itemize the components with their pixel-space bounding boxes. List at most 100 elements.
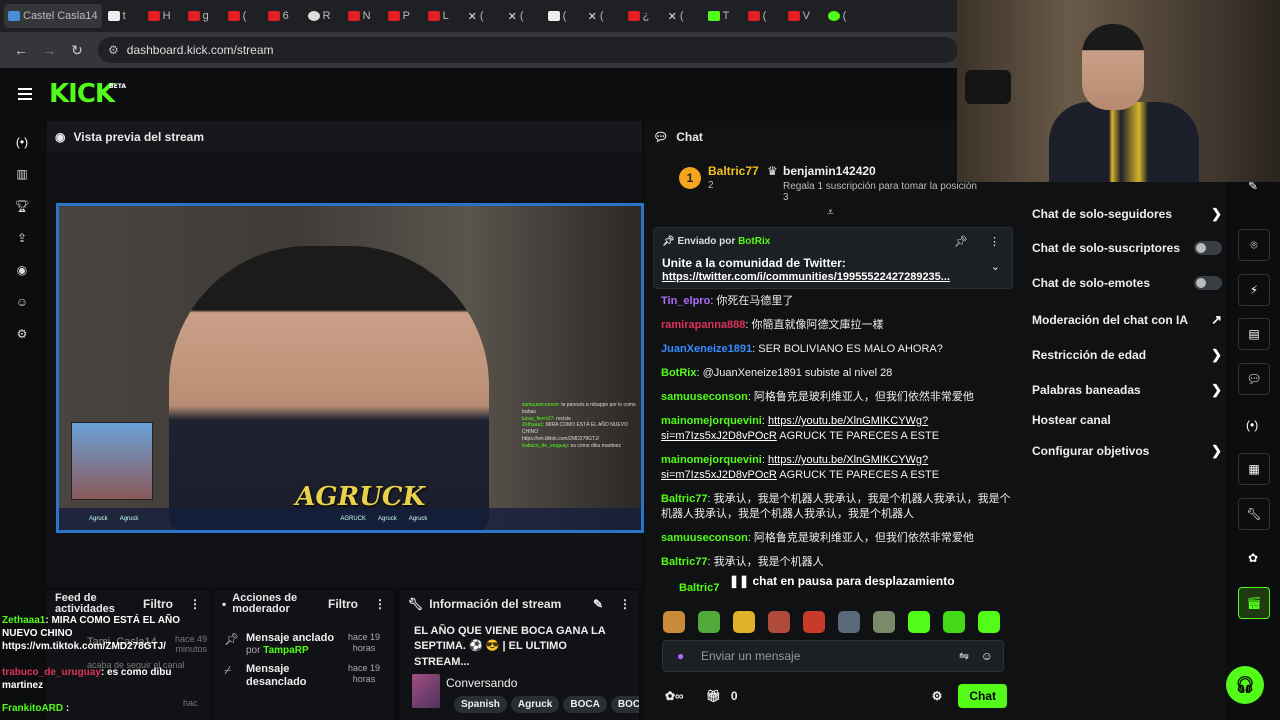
chat-message[interactable]: mainomejorquevini: https://youtu.be/XlnG…: [661, 414, 1011, 444]
browser-tab[interactable]: Castel Casla14: [4, 4, 102, 28]
camera-icon[interactable]: ◉: [0, 254, 44, 286]
chat-message[interactable]: Baltric77: 我承认，我是个机器人: [661, 555, 1011, 570]
browser-tab[interactable]: T: [704, 4, 742, 28]
clapperboard-icon[interactable]: 🎬︎: [1238, 587, 1270, 619]
setting-ai-moderation[interactable]: Moderación del chat con IA ↗: [1032, 312, 1222, 328]
gift-icon[interactable]: 🎁︎: [706, 689, 721, 703]
help-headset-button[interactable]: 🎧︎: [1226, 666, 1264, 704]
more-options-icon[interactable]: ⋮: [189, 597, 201, 611]
chat-message[interactable]: JuanXeneize1891: SER BOLIVIANO ES MALO A…: [661, 342, 1011, 357]
browser-tab[interactable]: g: [184, 4, 222, 28]
browser-tab[interactable]: ¿: [624, 4, 662, 28]
collapse-chevron-icon[interactable]: ⩡: [827, 205, 834, 220]
browser-tab[interactable]: P: [384, 4, 422, 28]
stream-tag[interactable]: BOC: [610, 696, 639, 714]
browser-tab[interactable]: t: [104, 4, 142, 28]
setting-host-channel[interactable]: Hostear canal: [1032, 413, 1222, 427]
leaderboard-second-user[interactable]: benjamin142420: [783, 164, 876, 178]
forward-arrow-icon[interactable]: →: [38, 39, 60, 61]
browser-tab[interactable]: ✕(: [504, 4, 542, 28]
chat-message[interactable]: BotRix: @JuanXeneize1891 subiste al nive…: [661, 366, 1011, 381]
translate-icon[interactable]: ⇋: [959, 649, 969, 663]
mod-filter-button[interactable]: Filtro: [328, 597, 358, 611]
more-options-icon[interactable]: ⋮: [374, 597, 386, 611]
emote-icon[interactable]: [838, 611, 860, 633]
community-icon[interactable]: ✿: [1248, 551, 1258, 565]
leaderboard-top-user[interactable]: Baltric77: [708, 164, 759, 178]
browser-tab[interactable]: R: [304, 4, 342, 28]
send-chat-button[interactable]: Chat: [958, 684, 1007, 708]
hamburger-menu-icon[interactable]: [18, 85, 32, 103]
browser-tab[interactable]: V: [784, 4, 822, 28]
wrench-icon[interactable]: 🔧︎: [1238, 498, 1270, 530]
browser-tab[interactable]: (: [544, 4, 582, 28]
media-icon[interactable]: ▦: [1238, 453, 1270, 485]
kick-logo[interactable]: KICK BETA: [49, 79, 126, 109]
expand-chevron-icon[interactable]: ⌄: [991, 260, 1000, 273]
emote-icon[interactable]: [978, 611, 1000, 633]
address-bar[interactable]: ⚙ dashboard.kick.com/stream: [98, 37, 958, 63]
mod-action-row[interactable]: 📌︎ Mensaje anclado por TampaRP hace 19 ho…: [214, 628, 394, 659]
upload-icon[interactable]: ⇪: [0, 222, 44, 254]
subscribers-only-toggle[interactable]: [1194, 241, 1222, 255]
emote-icon[interactable]: [768, 611, 790, 633]
chat-message-input[interactable]: ● Enviar un mensaje ⇋ ☺: [662, 640, 1004, 672]
emote-icon[interactable]: [943, 611, 965, 633]
setting-subscribers-only[interactable]: Chat de solo-suscriptores: [1032, 241, 1222, 255]
browser-tab[interactable]: (: [824, 4, 862, 28]
browser-tab[interactable]: L: [424, 4, 462, 28]
emote-icon[interactable]: [873, 611, 895, 633]
trophy-icon[interactable]: 🏆︎: [0, 190, 44, 222]
setting-banned-words[interactable]: Palabras baneadas ❯: [1032, 382, 1222, 398]
browser-tab[interactable]: 6: [264, 4, 302, 28]
pinned-link[interactable]: https://twitter.com/i/communities/199555…: [662, 271, 982, 283]
stream-tag[interactable]: Agruck: [510, 696, 560, 714]
mic-icon[interactable]: ●: [677, 649, 684, 663]
setting-followers-only[interactable]: Chat de solo-seguidores ❯: [1032, 206, 1222, 222]
chat-message[interactable]: ramirapanna888: 你簡直就像阿德文庫拉一樣: [661, 318, 1011, 333]
chat-paused-banner[interactable]: ❚❚ chat en pausa para desplazamiento: [729, 574, 955, 588]
mod-action-user[interactable]: TampaRP: [263, 645, 308, 656]
feed-filter-button[interactable]: Filtro: [143, 597, 173, 611]
setting-emotes-only[interactable]: Chat de solo-emotes: [1032, 276, 1222, 290]
analytics-icon[interactable]: ▥: [0, 158, 44, 190]
chat-settings-icon[interactable]: ⚙: [932, 689, 943, 703]
pinned-message[interactable]: 📌︎ Enviado por BotRix 📌︎ ⋮ Unite a la co…: [653, 227, 1013, 289]
settings-gear-icon[interactable]: ⚙: [0, 318, 44, 350]
chat-message[interactable]: Tin_elpro: 你死在马德里了: [661, 294, 1011, 309]
chat-message[interactable]: samuuseconson: 阿格鲁克是玻利维亚人，但我们依然非常爱他: [661, 531, 1011, 546]
mod-action-row[interactable]: ⌿ Mensaje desanclado hace 19 horas: [214, 659, 394, 691]
emote-icon[interactable]: [698, 611, 720, 633]
browser-tab[interactable]: ✕(: [464, 4, 502, 28]
live-broadcast-icon[interactable]: (•): [0, 126, 44, 158]
clip-camera-icon[interactable]: ⌾: [1238, 229, 1270, 261]
stream-video-player[interactable]: AGRUCK samuuseconson: te parecés a mbapp…: [56, 203, 644, 533]
back-arrow-icon[interactable]: ←: [10, 39, 32, 61]
chat-message[interactable]: mainomejorquevini: https://youtu.be/XlnG…: [661, 453, 1011, 483]
browser-tab[interactable]: (: [744, 4, 782, 28]
users-icon[interactable]: ☺: [0, 286, 44, 318]
lightning-icon[interactable]: ⚡︎: [1238, 274, 1270, 306]
browser-tab[interactable]: ✕(: [584, 4, 622, 28]
emoji-icon[interactable]: ☺: [981, 649, 993, 663]
emotes-only-toggle[interactable]: [1194, 276, 1222, 290]
notes-icon[interactable]: ▤: [1238, 318, 1270, 350]
browser-tab[interactable]: ✕(: [664, 4, 702, 28]
emote-icon[interactable]: [733, 611, 755, 633]
chat-message[interactable]: samuuseconson: 阿格鲁克是玻利维亚人，但我们依然非常爱他: [661, 390, 1011, 405]
more-options-icon[interactable]: ⋮: [989, 235, 1000, 248]
edit-pencil-icon[interactable]: ✎: [593, 597, 603, 611]
site-settings-icon[interactable]: ⚙: [108, 43, 119, 57]
broadcast-icon[interactable]: (•): [1246, 418, 1258, 432]
reload-icon[interactable]: ↻: [66, 39, 88, 61]
community-points-icon[interactable]: ✿∞: [665, 689, 684, 703]
emote-icon[interactable]: [908, 611, 930, 633]
chat-bubble-icon[interactable]: 💬︎: [1238, 363, 1270, 395]
browser-tab[interactable]: N: [344, 4, 382, 28]
chat-message[interactable]: Baltric77: 我承认，我是个机器人我承认，我是个机器人我承认，我是个机器…: [661, 492, 1011, 522]
unpin-icon[interactable]: 📌︎: [954, 235, 968, 248]
stream-tag[interactable]: Spanish: [454, 696, 507, 714]
emote-icon[interactable]: [803, 611, 825, 633]
browser-tab[interactable]: (: [224, 4, 262, 28]
browser-tab[interactable]: H: [144, 4, 182, 28]
